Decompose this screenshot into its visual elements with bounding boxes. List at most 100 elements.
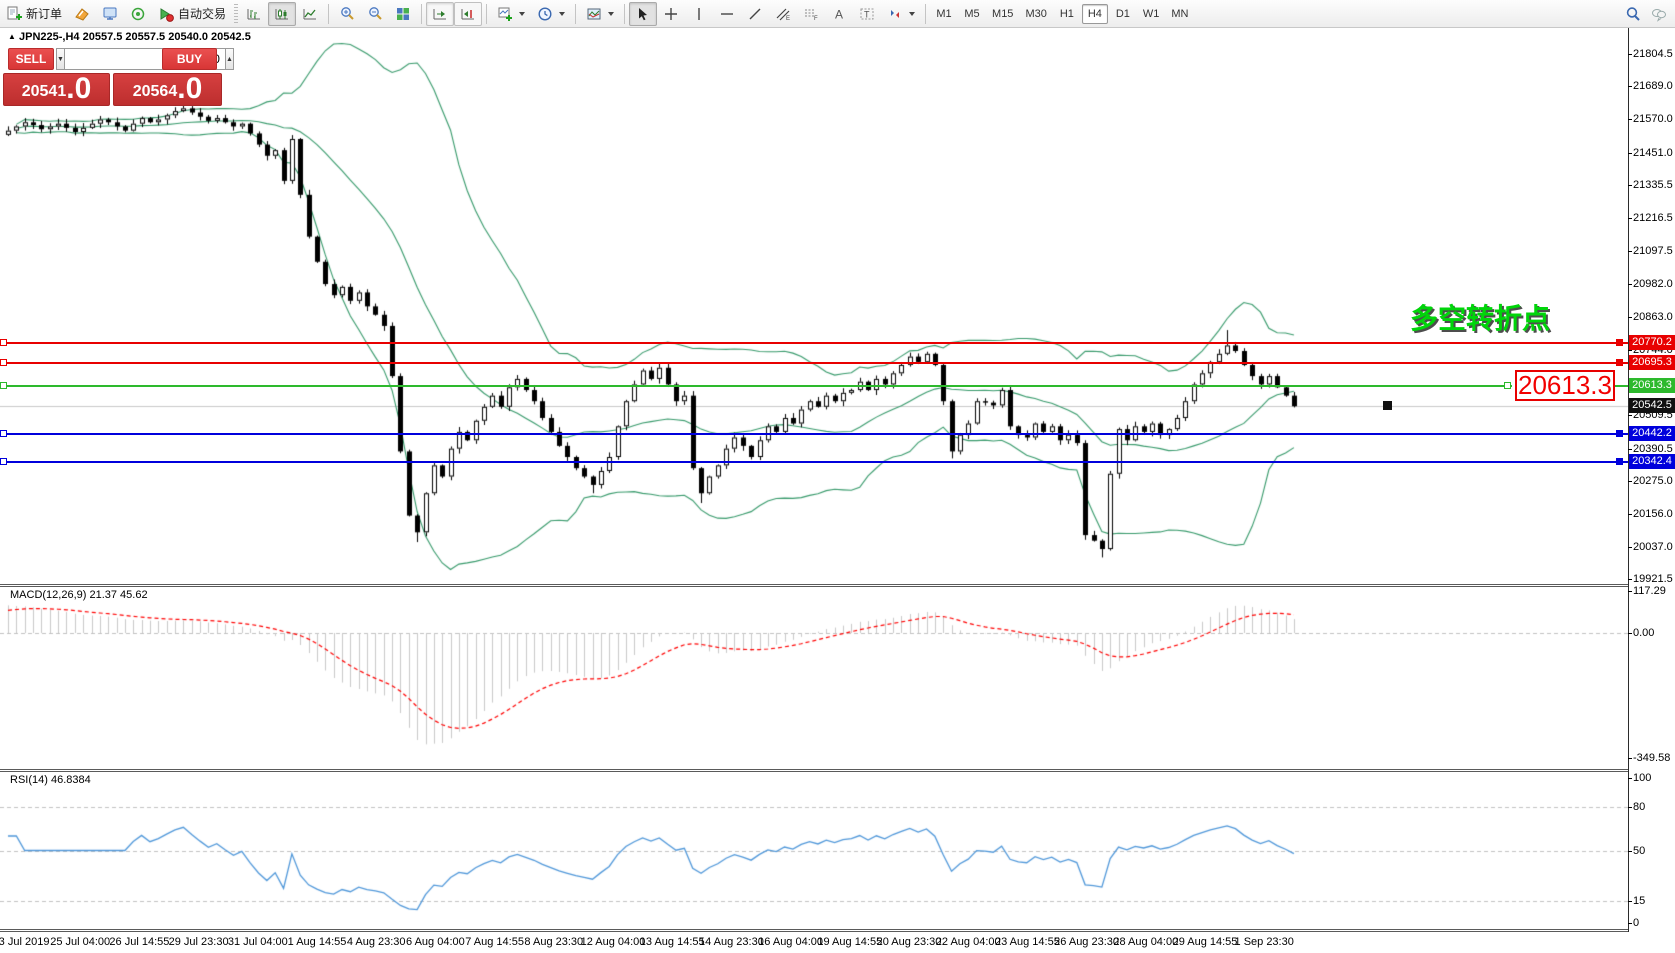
text-icon: A [831,6,847,22]
timeframe-h4-button[interactable]: H4 [1082,4,1108,24]
timeframe-m15-button[interactable]: M15 [987,4,1018,24]
tile-windows-button[interactable] [389,2,417,26]
price-tick [1628,86,1632,87]
text-anchor-handle[interactable] [1383,401,1392,410]
new-order-button[interactable]: 新订单 [0,2,68,26]
rsi-tick-label: 15 [1633,895,1645,907]
line-chart-icon [302,6,318,22]
time-axis-label: 16 Aug 04:00 [758,936,823,948]
rsi-pane-separator[interactable] [0,769,1675,772]
text-button[interactable]: A [825,2,853,26]
line-chart-button[interactable] [296,2,324,26]
search-icon[interactable] [1625,6,1641,22]
price-tick [1628,579,1632,580]
vertical-line-button[interactable] [685,2,713,26]
sell-price-display[interactable]: 20541 .0 [3,73,110,106]
text-label-icon: T [859,6,875,22]
time-axis-label: 25 Jul 04:00 [50,936,110,948]
buy-price-display[interactable]: 20564 .0 [113,73,222,106]
signals-button[interactable] [124,2,152,26]
time-axis-label: 1 Aug 14:55 [288,936,347,948]
sell-price-fraction: .0 [66,75,91,103]
timeframe-w1-button[interactable]: W1 [1138,4,1165,24]
bar-chart-button[interactable] [240,2,268,26]
macd-tick-label: -349.58 [1633,752,1670,764]
macd-tick [1628,758,1632,759]
price-tick [1628,317,1632,318]
volume-increase-button[interactable]: ▲ [225,48,234,70]
trendline-button[interactable] [741,2,769,26]
horizontal-line-button[interactable] [713,2,741,26]
timeframe-d1-button[interactable]: D1 [1110,4,1136,24]
horizontal-line-object[interactable] [0,385,1512,387]
horizontal-line-object[interactable] [0,433,1628,435]
period-button[interactable] [531,2,571,26]
vertical-line-icon [691,6,707,22]
buy-price-main: 20564 [133,81,178,103]
rsi-tick [1628,923,1632,924]
price-tick [1628,547,1632,548]
price-tick-label: 20863.0 [1633,311,1673,323]
price-box-annotation[interactable]: 20613.3 [1515,370,1615,401]
candlestick-chart-icon [274,6,290,22]
symbol-ohlc-line: ▲ JPN225-,H4 20557.5 20557.5 20540.0 205… [8,31,251,43]
rsi-tick-label: 0 [1633,917,1639,929]
price-tick-label: 21335.5 [1633,179,1673,191]
horizontal-line-icon [719,6,735,22]
time-axis-label: 7 Aug 14:55 [465,936,524,948]
new-order-label: 新订单 [26,5,62,22]
candlestick-chart-button[interactable] [268,2,296,26]
templates-button[interactable] [580,2,620,26]
tile-windows-icon [395,6,411,22]
experts-button[interactable] [96,2,124,26]
cursor-button[interactable] [629,2,657,26]
volume-decrease-button[interactable]: ▼ [56,48,65,70]
horizontal-line-object[interactable] [0,342,1628,344]
main-chart-canvas[interactable] [0,28,1628,584]
price-tick [1628,481,1632,482]
chart-shift-button[interactable] [454,2,482,26]
horizontal-line-object[interactable] [0,461,1628,463]
new-chart-button[interactable] [491,2,531,26]
crosshair-button[interactable] [657,2,685,26]
timeframe-m1-button[interactable]: M1 [931,4,957,24]
auto-scroll-button[interactable] [426,2,454,26]
horizontal-line-object[interactable] [1613,385,1628,387]
clock-icon [537,6,553,22]
macd-pane-canvas[interactable] [0,587,1628,769]
macd-pane-separator[interactable] [0,584,1675,587]
price-tick [1628,350,1632,351]
timeframe-m5-button[interactable]: M5 [959,4,985,24]
metaeditor-button[interactable] [68,2,96,26]
time-axis-label: 13 Aug 14:55 [640,936,705,948]
zoom-in-button[interactable] [333,2,361,26]
zoom-in-icon [339,6,355,22]
metaeditor-icon [74,6,90,22]
timeframe-h1-button[interactable]: H1 [1054,4,1080,24]
dropdown-caret-icon [559,12,565,16]
cursor-icon [635,6,651,22]
autotrading-button[interactable]: 自动交易 [152,2,232,26]
crosshair-icon [663,6,679,22]
zoom-out-button[interactable] [361,2,389,26]
turning-point-annotation[interactable]: 多空转折点 [1410,297,1550,337]
rsi-pane-canvas[interactable] [0,772,1628,929]
trendline-icon [747,6,763,22]
chat-icon[interactable] [1651,6,1667,22]
price-tick [1628,119,1632,120]
arrows-button[interactable] [881,2,921,26]
buy-button[interactable]: BUY [162,48,217,70]
toolbar-separator [328,4,329,24]
timeframe-m30-button[interactable]: M30 [1020,4,1051,24]
line-handle [1616,359,1623,366]
line-handle [0,458,7,465]
fibonacci-button[interactable]: F [797,2,825,26]
price-tick-label: 20390.5 [1633,443,1673,455]
text-label-button[interactable]: T [853,2,881,26]
sell-button[interactable]: SELL [8,48,54,70]
equidistant-channel-button[interactable]: E [769,2,797,26]
line-handle [1616,430,1623,437]
horizontal-line-object[interactable] [0,362,1628,364]
timeframe-mn-button[interactable]: MN [1166,4,1193,24]
time-axis-label: 1 Sep 23:30 [1235,936,1294,948]
